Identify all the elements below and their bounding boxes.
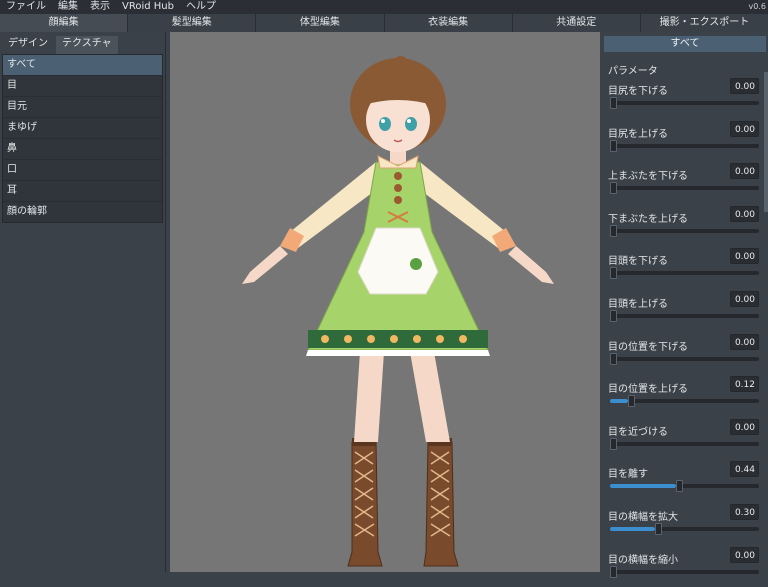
param-label: 下まぶたを上げる bbox=[608, 213, 688, 225]
param-value-input[interactable]: 0.00 bbox=[730, 120, 759, 137]
param-row: 目頭を下げる 0.00 bbox=[602, 246, 768, 289]
param-label: 目を離す bbox=[608, 469, 648, 481]
category-mouth[interactable]: 口 bbox=[3, 160, 162, 181]
slider-thumb[interactable] bbox=[610, 309, 617, 322]
menu-file[interactable]: ファイル bbox=[0, 0, 52, 14]
param-slider[interactable] bbox=[610, 480, 759, 493]
slider-thumb[interactable] bbox=[610, 97, 617, 109]
tab-body-edit[interactable]: 体型編集 bbox=[256, 14, 385, 32]
tab-photo-export[interactable]: 撮影・エクスポート bbox=[640, 14, 768, 32]
head bbox=[350, 56, 446, 152]
param-label: 目頭を上げる bbox=[608, 298, 668, 310]
param-value-input[interactable]: 0.00 bbox=[730, 418, 759, 435]
param-label: 目尻を下げる bbox=[608, 86, 668, 97]
param-slider[interactable] bbox=[610, 522, 759, 535]
menu-help[interactable]: ヘルプ bbox=[180, 0, 222, 14]
param-row: 下まぶたを上げる 0.00 bbox=[602, 204, 768, 247]
legs bbox=[354, 352, 450, 442]
param-label: 上まぶたを下げる bbox=[608, 171, 688, 183]
param-value-input[interactable]: 0.30 bbox=[730, 503, 759, 520]
category-list: すべて 目 目元 まゆげ 鼻 口 耳 顔の輪郭 bbox=[2, 54, 163, 223]
slider-thumb[interactable] bbox=[610, 437, 617, 450]
param-row: 目尻を下げる 0.00 bbox=[602, 76, 768, 119]
slider-thumb[interactable] bbox=[627, 395, 635, 408]
param-slider[interactable] bbox=[610, 395, 759, 408]
slider-thumb[interactable] bbox=[654, 522, 662, 535]
param-value-input[interactable]: 0.12 bbox=[730, 376, 759, 393]
left-panel: デザイン テクスチャ すべて 目 目元 まゆげ 鼻 口 耳 顔の輪郭 bbox=[0, 32, 166, 572]
section-title: パラメータ bbox=[608, 66, 658, 77]
slider-thumb[interactable] bbox=[610, 352, 617, 365]
menu-bar: ファイル 編集 表示 VRoid Hub ヘルプ v0.6 bbox=[0, 0, 768, 14]
param-value-input[interactable]: 0.00 bbox=[730, 78, 759, 94]
param-row: 上まぶたを下げる 0.00 bbox=[602, 161, 768, 204]
right-panel-scrollbar[interactable] bbox=[764, 72, 768, 212]
param-label: 目の位置を上げる bbox=[608, 384, 688, 396]
param-slider[interactable] bbox=[610, 309, 759, 322]
character-model bbox=[242, 56, 554, 567]
sub-tabs: デザイン テクスチャ bbox=[0, 32, 165, 54]
param-slider[interactable] bbox=[610, 139, 759, 152]
dress bbox=[306, 161, 490, 356]
panel-header: すべて bbox=[604, 36, 766, 52]
param-label: 目尻を上げる bbox=[608, 128, 668, 140]
tab-face-edit[interactable]: 顔編集 bbox=[0, 14, 129, 32]
param-value-input[interactable]: 0.00 bbox=[730, 333, 759, 350]
param-value-input[interactable]: 0.00 bbox=[730, 205, 759, 222]
tab-outfit-edit[interactable]: 衣装編集 bbox=[384, 14, 513, 32]
category-face-outline[interactable]: 顔の輪郭 bbox=[3, 202, 162, 222]
param-row: 目頭を上げる 0.00 bbox=[602, 289, 768, 332]
category-all[interactable]: すべて bbox=[3, 55, 162, 76]
param-label: 目の横幅を拡大 bbox=[608, 511, 678, 523]
param-slider[interactable] bbox=[610, 352, 759, 365]
param-row: 目を離す 0.44 bbox=[602, 459, 768, 502]
param-row: 目の位置を下げる 0.00 bbox=[602, 332, 768, 375]
subtab-texture[interactable]: テクスチャ bbox=[56, 36, 118, 54]
param-value-input[interactable]: 0.00 bbox=[730, 546, 759, 563]
param-value-input[interactable]: 0.00 bbox=[730, 290, 759, 307]
3d-viewport[interactable] bbox=[170, 32, 600, 572]
param-label: 目の横幅を縮小 bbox=[608, 554, 678, 566]
param-value-input[interactable]: 0.00 bbox=[730, 248, 759, 265]
category-ears[interactable]: 耳 bbox=[3, 181, 162, 202]
slider-thumb[interactable] bbox=[675, 480, 683, 493]
menu-vroid-hub[interactable]: VRoid Hub bbox=[116, 0, 180, 14]
subtab-design[interactable]: デザイン bbox=[2, 36, 54, 54]
param-row: 目尻を上げる 0.00 bbox=[602, 119, 768, 162]
slider-thumb[interactable] bbox=[610, 224, 617, 237]
param-slider[interactable] bbox=[610, 182, 759, 195]
parameter-list: 目尻を下げる 0.00 目尻を上げる 0.00 上まぶたを下げる 0.00 下ま… bbox=[602, 76, 768, 587]
category-eye-area[interactable]: 目元 bbox=[3, 97, 162, 118]
param-label: 目の位置を下げる bbox=[608, 341, 688, 353]
editor-tabs: 顔編集 髪型編集 体型編集 衣装編集 共通設定 撮影・エクスポート bbox=[0, 14, 768, 32]
param-slider[interactable] bbox=[610, 224, 759, 237]
param-row: 目を近づける 0.00 bbox=[602, 417, 768, 460]
version-label: v0.6 bbox=[748, 2, 766, 11]
param-slider[interactable] bbox=[610, 267, 759, 280]
menu-view[interactable]: 表示 bbox=[84, 0, 116, 14]
param-value-input[interactable]: 0.00 bbox=[730, 163, 759, 180]
category-eyes[interactable]: 目 bbox=[3, 76, 162, 97]
param-label: 目頭を下げる bbox=[608, 256, 668, 268]
slider-thumb[interactable] bbox=[610, 267, 617, 280]
category-nose[interactable]: 鼻 bbox=[3, 139, 162, 160]
right-panel: すべて パラメータ 目尻を下げる 0.00 目尻を上げる 0.00 上まぶたを下… bbox=[602, 36, 768, 578]
slider-thumb[interactable] bbox=[610, 139, 617, 152]
tab-common-settings[interactable]: 共通設定 bbox=[512, 14, 641, 32]
tab-hair-edit[interactable]: 髪型編集 bbox=[128, 14, 257, 32]
boots bbox=[347, 438, 459, 567]
param-row: 目の位置を上げる 0.12 bbox=[602, 374, 768, 417]
param-row: 目の横幅を拡大 0.30 bbox=[602, 502, 768, 545]
category-eyebrows[interactable]: まゆげ bbox=[3, 118, 162, 139]
param-value-input[interactable]: 0.44 bbox=[730, 461, 759, 478]
menu-edit[interactable]: 編集 bbox=[52, 0, 84, 14]
slider-thumb[interactable] bbox=[610, 182, 617, 195]
param-row: 目の横幅を縮小 0.00 bbox=[602, 545, 768, 587]
param-slider[interactable] bbox=[610, 437, 759, 450]
param-label: 目を近づける bbox=[608, 426, 668, 438]
param-slider[interactable] bbox=[610, 97, 759, 109]
